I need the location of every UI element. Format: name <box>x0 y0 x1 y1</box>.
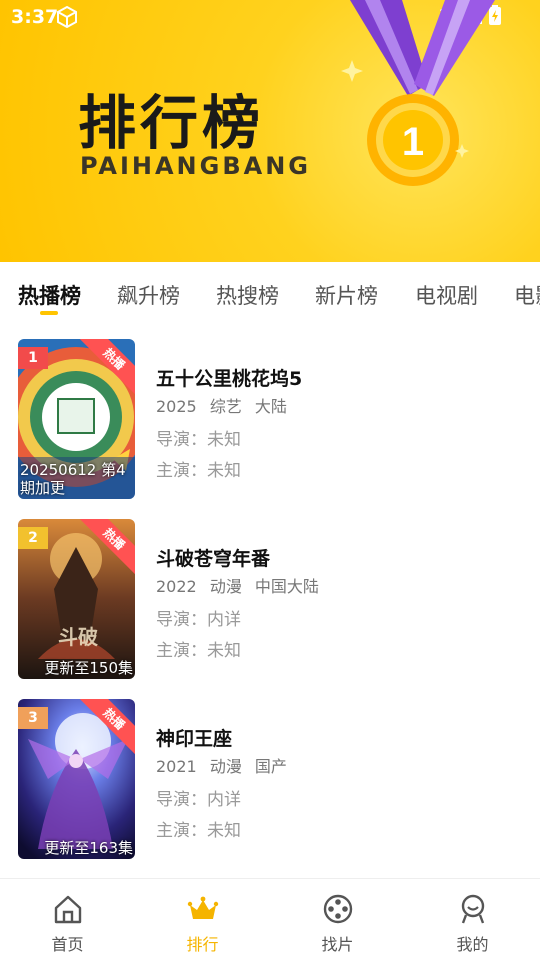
cube-icon <box>56 5 78 34</box>
item-genre: 动漫 <box>209 577 242 596</box>
item-director: 导演：内详 <box>156 790 241 810</box>
tab-rising[interactable]: 飙升榜 <box>117 280 180 310</box>
ranking-tabs: 热播榜 飙升榜 热搜榜 新片榜 电视剧 电影 <box>0 262 540 322</box>
poster-caption: 20250612 第4期加更 <box>20 461 126 497</box>
nav-ranking[interactable]: 排行 <box>135 879 270 960</box>
poster-caption: 更新至150集 <box>44 659 133 677</box>
list-item[interactable]: 斗破 2 热播 更新至150集 斗破苍穹年番 2022 动漫 中国大陆 导演：内… <box>0 502 540 679</box>
tab-new-release[interactable]: 新片榜 <box>315 280 378 310</box>
poster-image[interactable]: 斗破 2 热播 更新至150集 <box>18 519 135 679</box>
poster-image[interactable]: 1 热播 20250612 第4期加更 <box>18 339 135 499</box>
ranking-banner: 3:37 排行榜 PAIHANGBANG 1 <box>0 0 540 262</box>
banner-title: 排行榜 <box>78 89 265 157</box>
nav-label: 我的 <box>456 935 489 954</box>
nav-label: 找片 <box>321 935 354 954</box>
status-time: 3:37 <box>11 6 59 28</box>
list-item[interactable]: 1 热播 20250612 第4期加更 五十公里桃花坞5 2025 综艺 大陆 … <box>0 322 540 499</box>
banner-subtitle: PAIHANGBANG <box>80 152 311 180</box>
item-director: 导演：未知 <box>156 430 241 450</box>
rank-badge: 2 <box>18 527 48 549</box>
item-genre: 动漫 <box>209 757 242 776</box>
nav-profile[interactable]: 我的 <box>405 879 540 960</box>
nav-label: 排行 <box>186 935 219 954</box>
bottom-nav: 首页 排行 找片 我的 <box>0 878 540 960</box>
item-year: 2025 <box>156 397 197 416</box>
home-icon <box>54 895 82 924</box>
gold-medal-icon: 1 <box>341 0 495 186</box>
profile-icon <box>461 894 485 924</box>
item-region: 国产 <box>254 757 287 776</box>
list-item[interactable]: 3 热播 更新至163集 神印王座 2021 动漫 国产 导演：内详 主演：未知 <box>0 682 540 859</box>
rank-badge: 1 <box>18 347 48 369</box>
active-tab-indicator <box>40 311 58 315</box>
item-actors: 主演：未知 <box>156 821 241 841</box>
item-title[interactable]: 五十公里桃花坞5 <box>156 364 302 391</box>
item-region: 中国大陆 <box>254 577 319 596</box>
tab-tv-series[interactable]: 电视剧 <box>415 280 478 310</box>
svg-text:1: 1 <box>402 120 424 164</box>
item-director: 导演：内详 <box>156 610 241 630</box>
item-title[interactable]: 斗破苍穹年番 <box>156 544 270 571</box>
item-actors: 主演：未知 <box>156 641 241 661</box>
poster-caption: 更新至163集 <box>44 839 133 857</box>
item-meta: 2025 综艺 大陆 <box>156 393 295 417</box>
crown-icon <box>187 896 219 919</box>
nav-find-film[interactable]: 找片 <box>270 879 405 960</box>
item-year: 2021 <box>156 757 197 776</box>
nav-home[interactable]: 首页 <box>0 879 135 960</box>
item-meta: 2021 动漫 国产 <box>156 753 295 777</box>
item-title[interactable]: 神印王座 <box>156 724 232 751</box>
tab-hot-play[interactable]: 热播榜 <box>18 280 81 310</box>
film-reel-icon <box>323 894 353 924</box>
rank-badge: 3 <box>18 707 48 729</box>
item-genre: 综艺 <box>209 397 242 416</box>
item-actors: 主演：未知 <box>156 461 241 481</box>
tab-movies[interactable]: 电影 <box>514 280 540 310</box>
item-region: 大陆 <box>254 397 287 416</box>
poster-image[interactable]: 3 热播 更新至163集 <box>18 699 135 859</box>
item-meta: 2022 动漫 中国大陆 <box>156 573 327 597</box>
nav-label: 首页 <box>51 935 84 954</box>
tab-hot-search[interactable]: 热搜榜 <box>216 280 279 310</box>
item-year: 2022 <box>156 577 197 596</box>
svg-text:斗破: 斗破 <box>58 625 98 649</box>
